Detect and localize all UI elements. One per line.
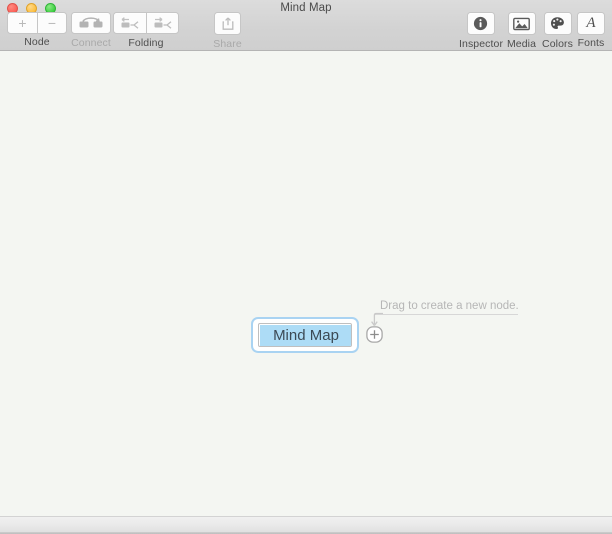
color-palette-icon [550, 16, 565, 31]
toolbar-label-connect: Connect [71, 37, 111, 49]
toolbar-group-connect: Connect [70, 12, 112, 49]
toolbar-label-media: Media [506, 37, 537, 50]
toolbar-label-node: Node [24, 36, 50, 48]
connect-button[interactable] [71, 12, 111, 34]
toolbar-group-media: Media [505, 12, 538, 50]
colors-button[interactable] [543, 12, 572, 35]
toolbar-group-node: + − Node [7, 12, 67, 48]
image-icon [513, 17, 530, 31]
node-segmented-control[interactable]: + − [7, 12, 67, 34]
remove-node-button[interactable]: − [37, 12, 67, 34]
toolbar-group-share: Share [213, 12, 242, 50]
font-italic-a-icon: A [586, 15, 596, 31]
folding-segmented-control[interactable] [113, 12, 179, 34]
share-icon [221, 16, 235, 31]
connect-nodes-icon [78, 16, 104, 30]
inspector-button[interactable] [466, 12, 495, 35]
mindmap-canvas[interactable]: Drag to create a new node. Mind Map [0, 51, 612, 516]
hint-underline [374, 314, 518, 315]
toolbar-group-inspector: Inspector [459, 12, 504, 50]
toolbar-label-fonts: Fonts [577, 37, 605, 49]
toolbar-group-fonts: A Fonts [576, 12, 606, 49]
node-text-field[interactable]: Mind Map [258, 323, 352, 347]
toolbar-label-inspector: Inspector [459, 38, 504, 50]
fonts-button[interactable]: A [577, 12, 605, 35]
minus-icon: − [47, 15, 57, 31]
plus-icon: + [18, 15, 27, 31]
toolbar-label-colors: Colors [542, 38, 573, 50]
collapse-node-button[interactable] [113, 12, 146, 34]
expand-node-icon [152, 16, 174, 30]
expand-node-button[interactable] [146, 12, 179, 34]
hint-label: Drag to create a new node. [380, 300, 519, 312]
create-node-handle[interactable] [366, 326, 383, 343]
toolbar-group-folding: Folding [113, 12, 179, 49]
share-button[interactable] [214, 12, 241, 35]
toolbar-label-folding: Folding [128, 37, 164, 49]
mindmap-node[interactable]: Mind Map [251, 317, 359, 353]
media-button[interactable] [507, 12, 536, 35]
toolbar-group-colors: Colors [541, 12, 574, 50]
add-node-button[interactable]: + [7, 12, 37, 34]
horizontal-scrollbar[interactable] [0, 516, 612, 534]
title-bar: Mind Map + − Node Connect Folding Share … [0, 0, 612, 51]
app-window: Mind Map + − Node Connect Folding Share … [0, 0, 612, 534]
collapse-node-icon [119, 16, 141, 30]
node-title[interactable]: Mind Map [260, 325, 351, 346]
toolbar-label-share: Share [213, 38, 242, 50]
info-circle-icon [473, 16, 488, 31]
toolbar: + − Node Connect Folding Share Inspector… [0, 12, 612, 51]
